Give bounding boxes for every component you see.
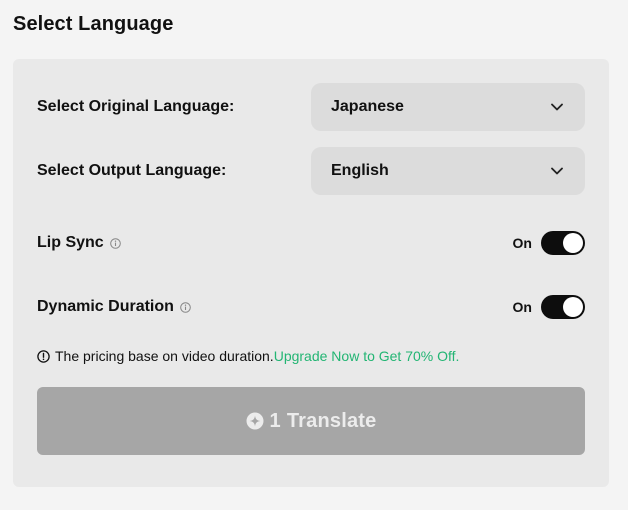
- translate-button[interactable]: 1 Translate: [37, 387, 585, 455]
- pricing-note-body: The pricing base on video duration.: [55, 348, 274, 364]
- toggle-knob: [563, 297, 583, 317]
- lip-sync-label-group: Lip Sync: [37, 234, 121, 252]
- dynamic-duration-state: On: [512, 299, 532, 315]
- language-settings-panel: Select Original Language: Japanese Selec…: [13, 59, 609, 487]
- lip-sync-toggle[interactable]: [541, 231, 585, 255]
- output-language-row: Select Output Language: English: [37, 147, 585, 195]
- output-language-value: English: [331, 162, 389, 179]
- upgrade-link[interactable]: Upgrade Now to Get 70% Off.: [274, 348, 460, 364]
- lip-sync-row: Lip Sync On: [37, 231, 585, 255]
- translate-credits: 1: [269, 409, 281, 432]
- dynamic-duration-toggle-group: On: [513, 295, 585, 319]
- original-language-value: Japanese: [331, 98, 404, 115]
- output-language-label: Select Output Language:: [37, 162, 227, 179]
- output-language-select[interactable]: English: [311, 147, 585, 195]
- page-title: Select Language: [13, 13, 174, 35]
- pricing-note-text: The pricing base on video duration.Upgra…: [55, 348, 459, 364]
- pricing-note: The pricing base on video duration.Upgra…: [37, 348, 459, 364]
- original-language-row: Select Original Language: Japanese: [37, 83, 585, 131]
- dynamic-duration-label: Dynamic Duration: [37, 298, 174, 315]
- toggle-knob: [563, 233, 583, 253]
- dynamic-duration-label-group: Dynamic Duration: [37, 298, 191, 316]
- dynamic-duration-row: Dynamic Duration On: [37, 295, 585, 319]
- chevron-down-icon: [549, 99, 565, 115]
- credit-coin-icon: [246, 412, 264, 430]
- lip-sync-label: Lip Sync: [37, 234, 104, 251]
- original-language-label: Select Original Language:: [37, 98, 235, 115]
- translate-label: Translate: [286, 409, 377, 432]
- info-icon[interactable]: [180, 301, 191, 313]
- chevron-down-icon: [549, 163, 565, 179]
- alert-circle-icon: [37, 349, 50, 363]
- original-language-select[interactable]: Japanese: [311, 83, 585, 131]
- lip-sync-toggle-group: On: [513, 231, 585, 255]
- lip-sync-state: On: [512, 235, 532, 251]
- dynamic-duration-toggle[interactable]: [541, 295, 585, 319]
- language-settings-page: Select Language Select Original Language…: [0, 0, 628, 510]
- info-icon[interactable]: [109, 237, 121, 249]
